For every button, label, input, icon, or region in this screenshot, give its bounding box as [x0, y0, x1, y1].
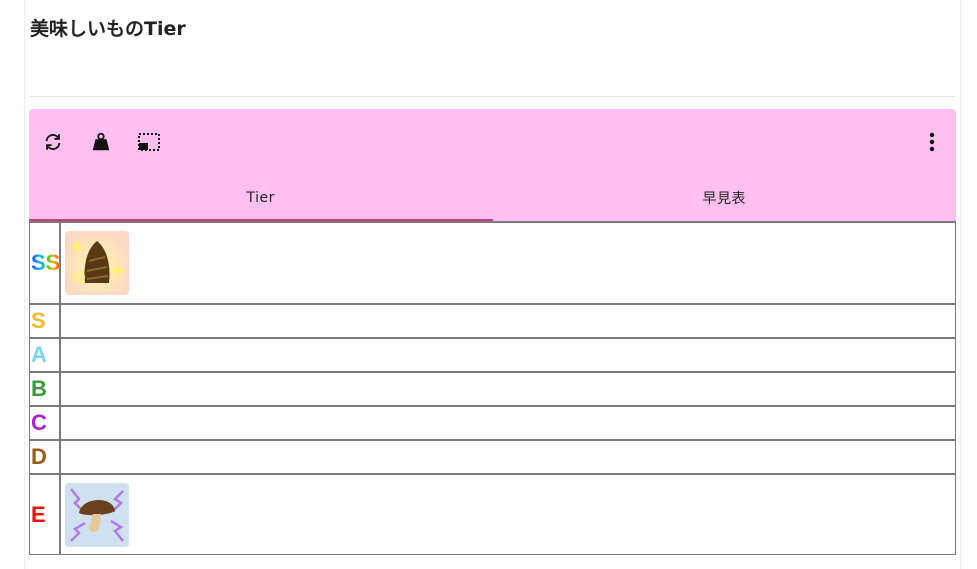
toolbar: Tier 早見表	[29, 109, 956, 222]
weight-icon	[92, 132, 110, 151]
tier-label-s: S	[30, 305, 61, 337]
tier-items-a[interactable]	[61, 339, 955, 371]
tab-bar: Tier 早見表	[29, 173, 956, 222]
tab-tier[interactable]: Tier	[29, 173, 493, 222]
tier-label-ss: SS	[30, 223, 61, 303]
tier-label-e: E	[30, 475, 61, 554]
picture-in-picture-button[interactable]	[134, 127, 164, 157]
more-vert-icon	[929, 132, 935, 152]
tier-label-c: C	[30, 407, 61, 439]
mushroom-icon	[65, 482, 129, 547]
tier-item-mushroom[interactable]	[65, 482, 129, 547]
tier-row-s: S	[30, 303, 955, 337]
tier-item-bamboo-shoot[interactable]	[65, 231, 129, 295]
bamboo-shoot-icon	[65, 231, 129, 295]
tier-label-ss-text: SS	[31, 250, 61, 275]
tier-items-d[interactable]	[61, 441, 955, 473]
tier-label-a: A	[30, 339, 61, 371]
tier-row-ss: SS	[30, 222, 955, 303]
tier-row-c: C	[30, 405, 955, 439]
tier-row-e: E	[30, 473, 955, 554]
weight-button[interactable]	[86, 127, 116, 157]
sync-icon	[45, 134, 61, 150]
page-title: 美味しいものTier	[30, 18, 186, 40]
tier-items-c[interactable]	[61, 407, 955, 439]
picture-in-picture-icon	[138, 133, 160, 151]
tier-items-s[interactable]	[61, 305, 955, 337]
tier-row-a: A	[30, 337, 955, 371]
tier-items-ss[interactable]	[61, 223, 955, 303]
tab-quick-reference[interactable]: 早見表	[493, 173, 957, 222]
tier-items-b[interactable]	[61, 373, 955, 405]
sync-button[interactable]	[38, 127, 68, 157]
more-menu-button[interactable]	[917, 127, 947, 157]
tier-items-e[interactable]	[61, 475, 955, 554]
tier-label-d: D	[30, 441, 61, 473]
divider	[30, 96, 955, 97]
tier-row-d: D	[30, 439, 955, 473]
tier-label-b: B	[30, 373, 61, 405]
tier-table: SS S A B C D E	[29, 221, 956, 555]
tier-row-b: B	[30, 371, 955, 405]
